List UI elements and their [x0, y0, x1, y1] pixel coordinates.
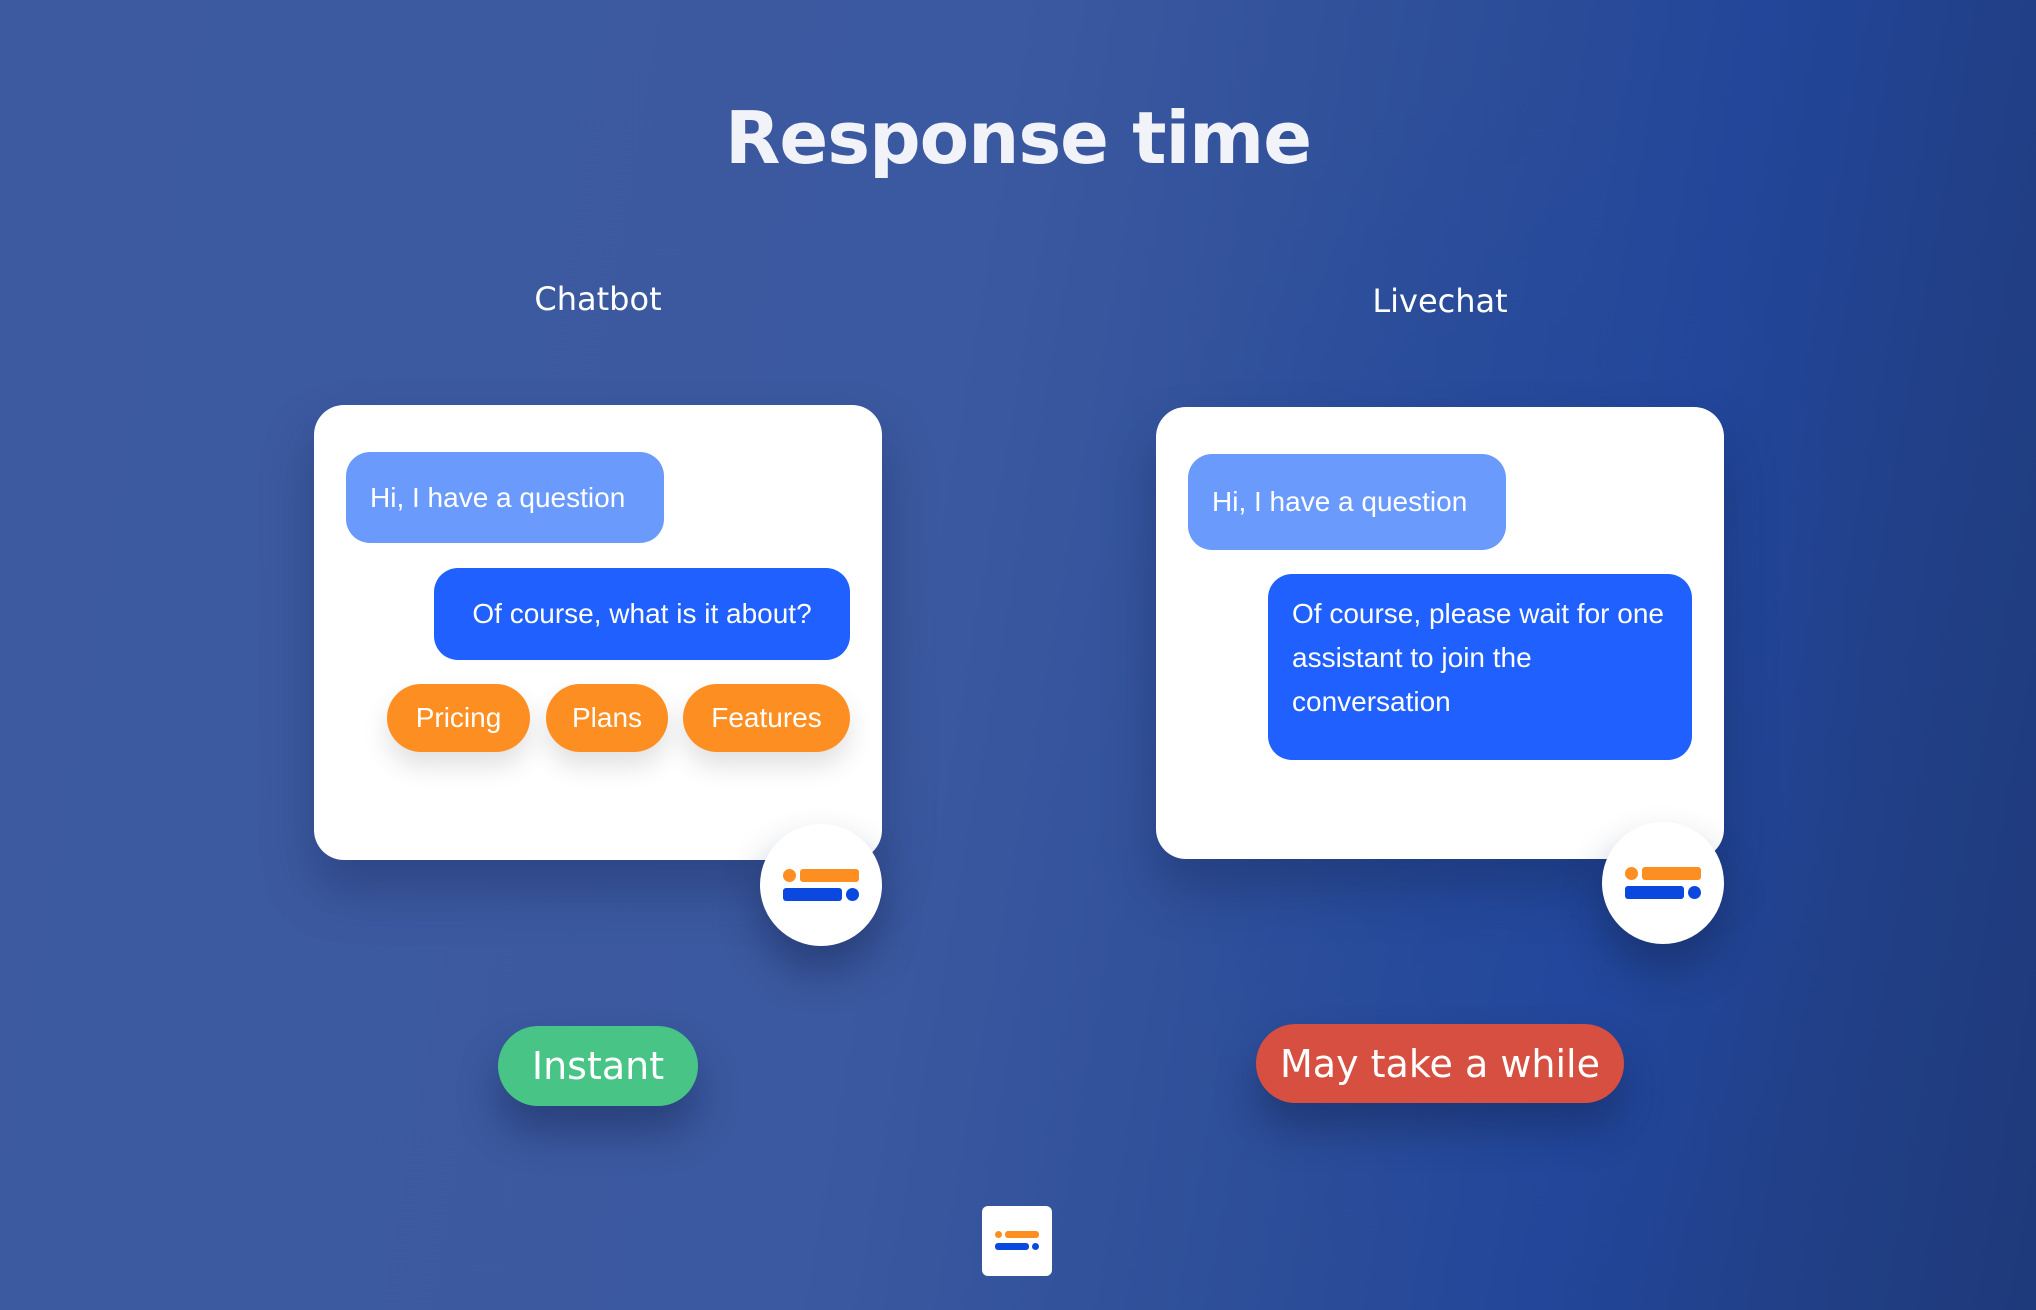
- footer-logo: [982, 1206, 1052, 1276]
- page-title: Response time: [724, 96, 1312, 180]
- livechat-bot-message-text: Of course, please wait for one assistant…: [1292, 598, 1664, 717]
- quick-reply-plans[interactable]: Plans: [546, 684, 668, 752]
- livechat-bot-message: Of course, please wait for one assistant…: [1268, 574, 1692, 760]
- quick-reply-pricing[interactable]: Pricing: [387, 684, 530, 752]
- chatbot-user-message: Hi, I have a question: [346, 452, 664, 543]
- may-take-a-while-badge: May take a while: [1256, 1024, 1624, 1103]
- chatbot-heading: Chatbot: [534, 280, 662, 318]
- chatbot-avatar: [760, 824, 882, 946]
- livechat-user-message-text: Hi, I have a question: [1212, 486, 1468, 517]
- chatbot-chat-card: Hi, I have a question Of course, what is…: [314, 405, 882, 860]
- brand-logo-icon: [783, 869, 859, 901]
- chatbot-bot-message-text: Of course, what is it about?: [472, 598, 812, 629]
- livechat-chat-card: Hi, I have a question Of course, please …: [1156, 407, 1724, 859]
- instant-badge: Instant: [498, 1026, 698, 1106]
- chatbot-bot-message: Of course, what is it about?: [434, 568, 850, 660]
- brand-logo-icon: [995, 1231, 1039, 1251]
- brand-logo-icon: [1625, 867, 1701, 899]
- livechat-user-message: Hi, I have a question: [1188, 454, 1506, 550]
- livechat-heading: Livechat: [1372, 282, 1508, 320]
- chatbot-user-message-text: Hi, I have a question: [370, 481, 626, 513]
- quick-reply-features[interactable]: Features: [683, 684, 850, 752]
- livechat-avatar: [1602, 822, 1724, 944]
